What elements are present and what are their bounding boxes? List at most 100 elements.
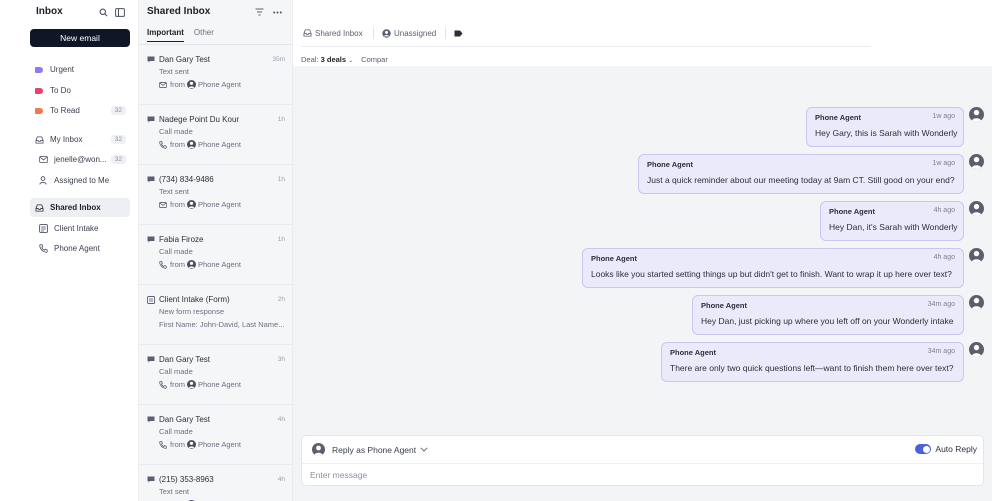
deal-field[interactable]: Deal: 3 deals ⌄	[301, 55, 353, 64]
auto-reply-toggle[interactable]	[915, 444, 932, 454]
agent-name: Phone Agent	[198, 260, 241, 269]
message-time: 4h ago	[933, 254, 955, 261]
conversation-summary: Call made	[159, 127, 193, 136]
message-bubble: Phone Agent 4h ago Hey Dan, it's Sarah wit…	[820, 201, 964, 241]
chat-bubble-icon	[147, 476, 155, 484]
shared-inbox-chip[interactable]: Shared Inbox	[303, 27, 363, 39]
auto-reply-label: Auto Reply	[935, 444, 977, 454]
more-options-icon[interactable]	[272, 7, 282, 17]
conversation-item[interactable]: Fabia Firoze 1h Call made from Phone Agent	[139, 225, 292, 285]
agent-name: Phone Agent	[198, 140, 241, 149]
to-read-tag-icon	[34, 106, 44, 116]
agent-name: Phone Agent	[198, 380, 241, 389]
conversation-source: from Phone Agent	[159, 138, 285, 151]
deal-bar: Deal: 3 deals ⌄ Compar	[301, 55, 388, 64]
conversation-summary: Text sent	[159, 67, 190, 76]
message-time: 34m ago	[927, 301, 955, 308]
agent-name: Phone Agent	[198, 80, 241, 89]
chat-bubble-icon	[147, 56, 155, 64]
phone-icon	[38, 244, 48, 254]
phone-icon	[159, 140, 167, 149]
envelope-icon	[38, 155, 48, 165]
conversation-header: Shared Inbox Unassigned Deal: 3 deals ⌄ …	[293, 0, 992, 66]
envelope-icon	[159, 201, 167, 208]
left-sidebar: Inbox New email Urgent To Do To Read 32 …	[0, 0, 139, 501]
message-text: Hey Gary, this is Sarah with Wonderly	[815, 128, 958, 138]
sidebar-item-my-inbox[interactable]: My Inbox 32	[30, 130, 130, 149]
label-tag-button[interactable]	[454, 27, 466, 39]
sidebar-item-client-intake[interactable]: Client Intake	[34, 219, 130, 238]
message-text: Hey Dan, it's Sarah with Wonderly	[829, 222, 958, 232]
conversation-item[interactable]: Nadege Point Du Kour 1h Call made from Phone…	[139, 105, 292, 165]
sidebar-item-label: My Inbox	[50, 135, 83, 144]
form-icon	[147, 295, 155, 304]
agent-avatar-icon	[187, 140, 196, 149]
search-icon[interactable]	[97, 6, 109, 18]
sender-avatar-icon	[969, 107, 984, 122]
agent-avatar-icon	[187, 200, 196, 209]
sidebar-toggle-icon[interactable]	[114, 6, 126, 18]
agent-avatar-icon	[312, 443, 325, 456]
phone-icon	[159, 440, 167, 449]
filter-icon[interactable]	[254, 7, 264, 17]
envelope-icon	[159, 81, 167, 88]
unread-count-badge: 32	[110, 135, 126, 144]
phone-icon	[159, 260, 167, 269]
sidebar-item-phone-agent[interactable]: Phone Agent	[34, 239, 130, 258]
message-time: 4h ago	[933, 207, 955, 214]
inbox-tray-icon	[303, 29, 312, 37]
message-input[interactable]	[310, 467, 970, 483]
from-label: from	[170, 80, 185, 89]
conversation-time: 1h	[277, 236, 285, 243]
tab-important[interactable]: Important	[147, 28, 184, 42]
conversation-source: from Phone Agent	[159, 378, 285, 391]
inbox-tray-icon	[34, 203, 44, 213]
message-time: 34m ago	[927, 348, 955, 355]
unread-count-badge: 32	[110, 155, 126, 164]
message-time: 1w ago	[932, 113, 955, 120]
conversation-time: 2h	[277, 296, 285, 303]
conversation-name: (734) 834-9486	[159, 175, 214, 184]
conversation-item[interactable]: (215) 353-89634hText sentfromPhone Agent	[139, 465, 292, 501]
deal-label: Deal:	[301, 55, 319, 64]
message-text: There are only two quick questions left—…	[670, 363, 954, 373]
user-avatar-icon	[382, 28, 391, 38]
reply-as-selector[interactable]: Reply as Phone Agent	[312, 443, 428, 456]
sidebar-item-shared-inbox[interactable]: Shared Inbox	[30, 198, 130, 217]
form-icon	[38, 224, 48, 234]
sidebar-item-email-account[interactable]: jenelle@won... 32	[34, 150, 130, 169]
conversation-preview: First Name: John-David, Last Name...	[159, 320, 285, 329]
phone-icon	[159, 380, 167, 389]
conversation-time: 3h	[277, 356, 285, 363]
conversation-name: Fabia Firoze	[159, 235, 204, 244]
conversation-name: Dan Gary Test	[159, 355, 210, 364]
sidebar-item-label: Urgent	[50, 65, 75, 74]
assignee-chip[interactable]: Unassigned	[382, 27, 436, 39]
sender-avatar-icon	[969, 154, 984, 169]
sidebar-item-to-read[interactable]: To Read 32	[30, 101, 130, 120]
sidebar-item-urgent[interactable]: Urgent	[30, 60, 130, 79]
company-field[interactable]: Compar	[361, 55, 388, 64]
conversation-item[interactable]: Client Intake (Form) 2h New form response F…	[139, 285, 292, 345]
conversation-item[interactable]: Dan Gary Test 3h Call made from Phone Agent	[139, 345, 292, 405]
reply-as-label: Reply as Phone Agent	[332, 444, 417, 455]
sidebar-item-label: Phone Agent	[54, 244, 100, 253]
conversation-name: Dan Gary Test	[159, 55, 210, 64]
conversation-source: from Phone Agent	[159, 258, 285, 271]
message-sender: Phone Agent	[670, 348, 716, 357]
conversation-summary: Call made	[159, 367, 193, 376]
tab-other[interactable]: Other	[194, 28, 214, 42]
new-email-button[interactable]: New email	[30, 29, 130, 47]
conversation-item[interactable]: (734) 834-9486 1h Text sent from Phone Agent	[139, 165, 292, 225]
sender-avatar-icon	[969, 295, 984, 310]
sender-avatar-icon	[969, 248, 984, 263]
conversation-item[interactable]: Dan Gary Test 35m Text sent from Phone Agent	[139, 45, 292, 105]
sidebar-item-todo[interactable]: To Do	[30, 81, 130, 100]
agent-name: Phone Agent	[198, 200, 241, 209]
conversation-pane: Shared Inbox Unassigned Deal: 3 deals ⌄ …	[293, 0, 992, 501]
conversation-item[interactable]: Dan Gary Test 4h Call made from Phone Agent	[139, 405, 292, 465]
conversation-name: Client Intake (Form)	[159, 295, 230, 304]
conversation-summary: Call made	[159, 427, 193, 436]
message-bubble: Phone Agent 1w ago Hey Gary, this is Sarah…	[806, 107, 964, 147]
sidebar-item-assigned-to-me[interactable]: Assigned to Me	[34, 171, 130, 190]
